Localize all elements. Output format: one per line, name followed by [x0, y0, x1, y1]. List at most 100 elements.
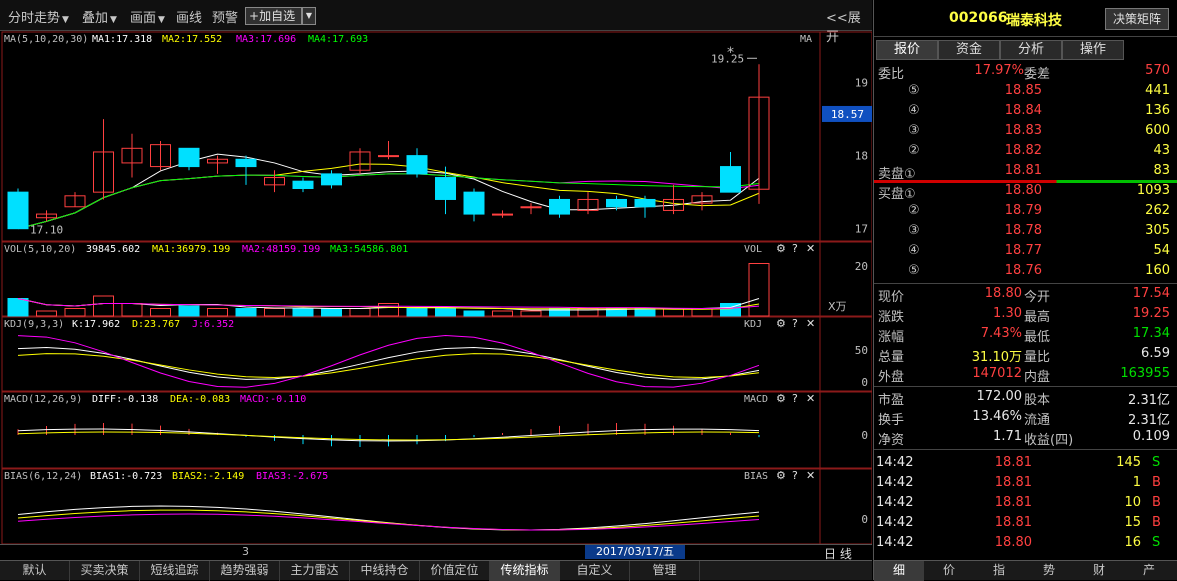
tick-volume: 15 — [1124, 515, 1141, 530]
stat-label: 量比 — [1024, 350, 1051, 365]
volume-bar — [207, 308, 228, 317]
buy-row-4: ⑤ 18.76 160 — [874, 262, 1177, 282]
bottom-tab-3[interactable]: 趋势强弱 — [210, 561, 280, 581]
vol-legend: MA2:48159.199 — [242, 244, 320, 255]
chevron-down-icon: ▼ — [110, 15, 117, 25]
kdj-legend: J:6.352 — [192, 319, 234, 330]
stat-label: 涨跌 — [878, 310, 905, 325]
overlay-menu[interactable]: 叠加 ▼ — [82, 7, 117, 26]
weibi-value: 17.97% — [974, 63, 1024, 78]
bottom-tab-9[interactable]: 管理 — [630, 561, 700, 581]
stock-code: 002066 — [949, 10, 1008, 26]
bottom-tab-4[interactable]: 主力雷达 — [280, 561, 350, 581]
bottom-tab-8[interactable]: 自定义 — [560, 561, 630, 581]
bottom-tab-5[interactable]: 中线持仓 — [350, 561, 420, 581]
bottom-tab-6[interactable]: 价值定位 — [420, 561, 490, 581]
candle-body — [720, 166, 741, 193]
ma-legend: MA4:17.693 — [308, 34, 368, 45]
close-icon: ✕ — [806, 392, 815, 405]
stat-value: 147012 — [972, 366, 1022, 381]
add-watchlist-button[interactable]: +加自选 — [245, 7, 302, 25]
stat-value: 1.30 — [993, 306, 1022, 321]
buy-volume: 54 — [1153, 243, 1170, 258]
stat-row-4: 外盘 147012 内盘 163955 — [874, 365, 1177, 385]
volume-bar — [64, 308, 86, 317]
buy-level-label: ③ — [908, 223, 920, 238]
right-tab-0[interactable]: 报价 — [876, 40, 938, 60]
close-icon: ✕ — [806, 469, 815, 482]
volume-bar — [292, 308, 314, 317]
weicha-value: 570 — [1145, 63, 1170, 78]
buy-volume: 305 — [1145, 223, 1170, 238]
alert-button[interactable]: 预警 — [212, 7, 238, 26]
period-label: 3 — [242, 545, 249, 558]
chart-area[interactable]: 19 18 17 18.57 19.25 * 17.10 MA(5,10,20,30) MA1:… — [0, 31, 872, 544]
sell-row-3: ② 18.82 43 — [874, 142, 1177, 162]
stat-label: 涨幅 — [878, 330, 905, 345]
vol-legend: MA1:36979.199 — [152, 244, 230, 255]
candle-body — [378, 155, 399, 158]
weicha-label: 委差 — [1024, 67, 1051, 82]
bottom-tab-7[interactable]: 传统指标 — [490, 561, 560, 581]
draw-line-button[interactable]: 画线 — [176, 7, 202, 26]
kline-chart[interactable]: 19181718.5719.25*17.10MA(5,10,20,30) MA1:… — [0, 31, 872, 544]
panel-tag: VOL — [744, 244, 762, 255]
sell-price: 18.82 — [1004, 143, 1042, 158]
screen-menu[interactable]: 画面 ▼ — [130, 7, 165, 26]
right-bottom-tab-1[interactable]: 价 — [924, 561, 974, 581]
buy-price: 18.79 — [1004, 203, 1042, 218]
timeshare-menu[interactable]: 分时走势 ▼ — [8, 7, 69, 26]
right-bottom-tab-4[interactable]: 财 — [1074, 561, 1124, 581]
fund-value: 2.31亿 — [1128, 393, 1170, 408]
tick-time: 14:42 — [876, 455, 914, 470]
stock-name: 瑞泰科技 — [1006, 13, 1062, 29]
right-bottom-tab-3[interactable]: 势 — [1024, 561, 1074, 581]
right-tab-3[interactable]: 操作 — [1062, 40, 1124, 60]
chevron-down-icon: ▼ — [62, 15, 69, 25]
right-bottom-tab-5[interactable]: 产 — [1124, 561, 1174, 581]
sell-row-1: ④ 18.84 136 — [874, 102, 1177, 122]
fund-label: 流通 — [1024, 413, 1051, 428]
stat-value: 31.10万 — [971, 350, 1022, 365]
tick-time: 14:42 — [876, 475, 914, 490]
candle-body — [549, 198, 570, 215]
tick-side: B — [1152, 515, 1161, 530]
sell-volume: 441 — [1145, 83, 1170, 98]
help-icon: ? — [792, 392, 798, 405]
tick-side: S — [1152, 535, 1161, 550]
sell-volume: 43 — [1153, 143, 1170, 158]
stat-row-1: 涨跌 1.30 最高 19.25 — [874, 305, 1177, 325]
vol-legend: MA3:54586.801 — [330, 244, 408, 255]
decision-matrix-button[interactable]: 决策矩阵 — [1105, 8, 1169, 30]
right-bottom-tab-0[interactable]: 细 — [874, 561, 924, 581]
volume-bar — [492, 310, 513, 317]
stat-label: 现价 — [878, 290, 905, 305]
macd-legend: MACD:-0.110 — [240, 394, 306, 405]
bottom-tab-1[interactable]: 买卖决策 — [70, 561, 140, 581]
stat-row-0: 现价 18.80 今开 17.54 — [874, 285, 1177, 305]
tick-time: 14:42 — [876, 535, 914, 550]
stat-value: 6.59 — [1141, 346, 1170, 361]
bottom-tab-0[interactable]: 默认 — [0, 561, 70, 581]
macd-legend: DIFF:-0.138 — [92, 394, 158, 405]
buy-price: 18.76 — [1004, 263, 1042, 278]
volume-bar — [150, 308, 171, 317]
add-watchlist-dropdown[interactable]: ▼ — [302, 7, 316, 25]
current-price-tag: 18.57 — [831, 108, 864, 121]
sell-row-4: 卖盘① 18.81 83 — [874, 162, 1177, 182]
bottom-tab-2[interactable]: 短线追踪 — [140, 561, 210, 581]
stat-label: 内盘 — [1024, 370, 1051, 385]
weibi-label: 委比 — [878, 67, 905, 82]
gear-icon: ⚙ — [776, 317, 786, 330]
right-bottom-tab-2[interactable]: 指 — [974, 561, 1024, 581]
date-bar — [0, 544, 872, 560]
stat-label: 外盘 — [878, 370, 905, 385]
right-tab-2[interactable]: 分析 — [1000, 40, 1062, 60]
right-tab-1[interactable]: 资金 — [938, 40, 1000, 60]
volume-bar — [378, 303, 399, 317]
candle-body — [520, 206, 542, 209]
tick-side: B — [1152, 475, 1161, 490]
buy-row-3: ④ 18.77 54 — [874, 242, 1177, 262]
help-icon: ? — [792, 242, 798, 255]
candle-body — [7, 191, 29, 230]
